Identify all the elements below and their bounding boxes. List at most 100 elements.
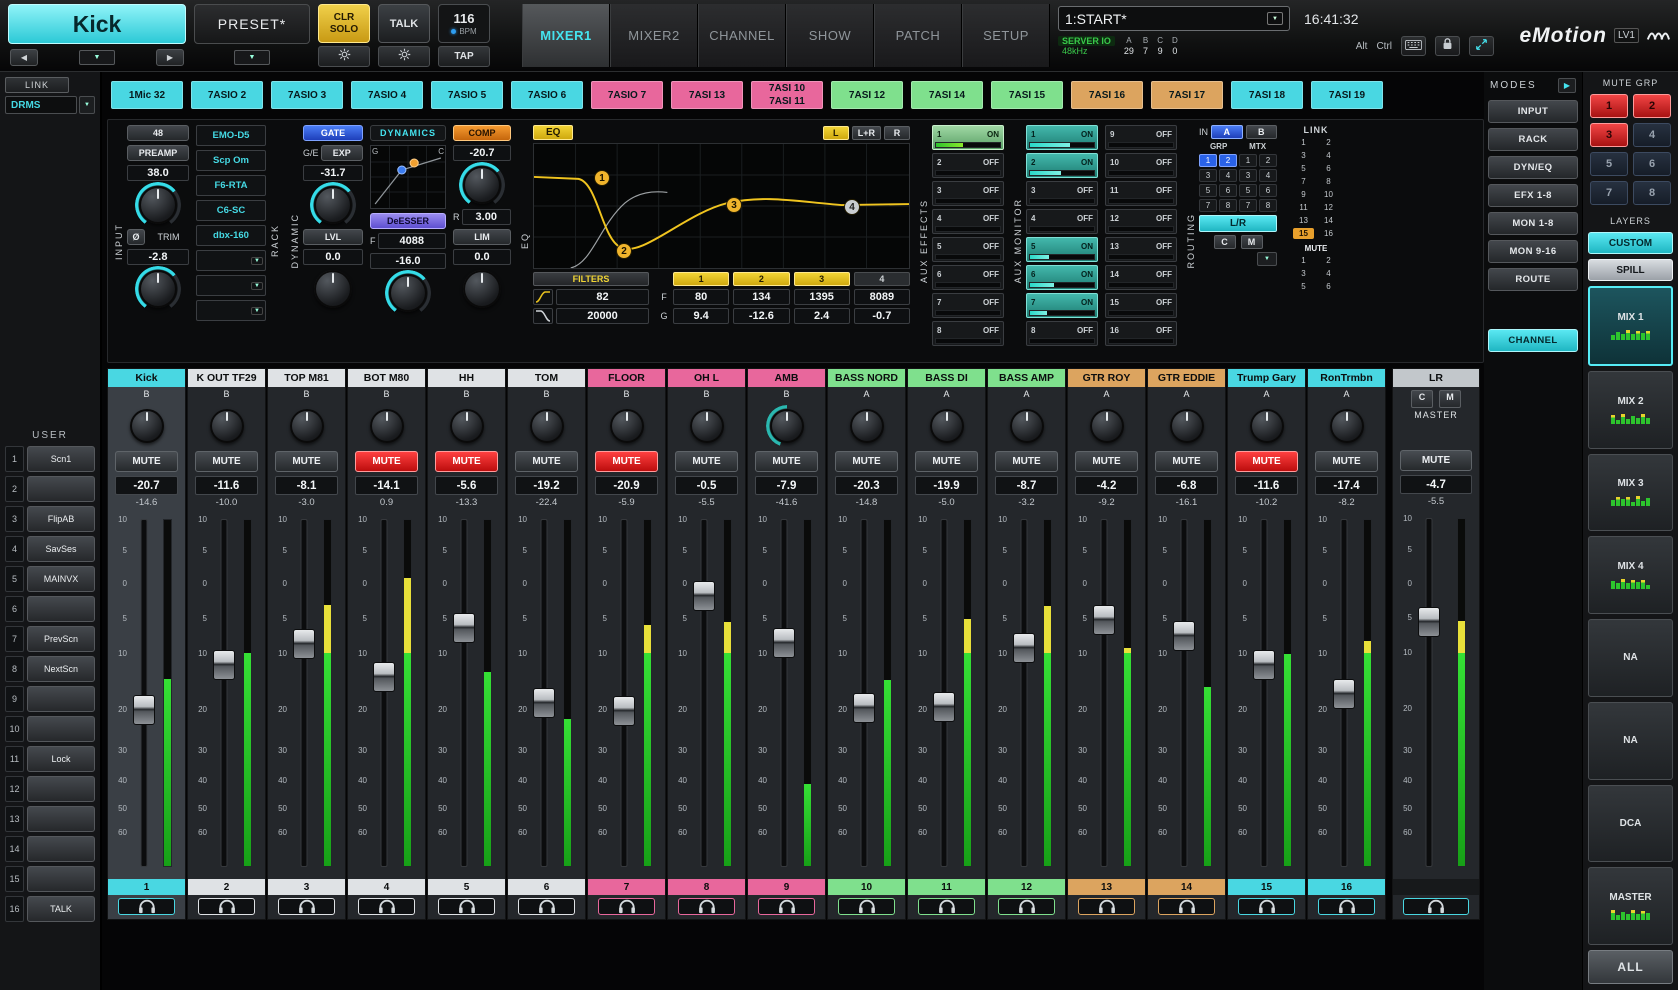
channel-name[interactable]: GTR ROY bbox=[1068, 369, 1145, 387]
link-group-dropdown-icon[interactable]: ▼ bbox=[79, 96, 95, 114]
master-cue-button[interactable] bbox=[1403, 898, 1469, 915]
hpf-slope-icon[interactable] bbox=[533, 289, 553, 305]
aux-send-6[interactable]: 6OFF bbox=[932, 265, 1004, 290]
cue-button[interactable] bbox=[838, 898, 895, 915]
routing-assign[interactable]: 2 bbox=[1259, 154, 1277, 167]
user-slot-button[interactable]: Lock bbox=[27, 746, 95, 772]
aux-send-4[interactable]: 4OFF bbox=[1026, 209, 1098, 234]
modes-expand-button[interactable]: ▶ bbox=[1558, 78, 1576, 93]
routing-assign[interactable]: 8 bbox=[1259, 199, 1277, 212]
pan-knob[interactable] bbox=[1090, 409, 1124, 443]
comp-threshold-knob[interactable] bbox=[463, 166, 501, 204]
mute-group-1[interactable]: 1 bbox=[1590, 94, 1628, 118]
patch-box[interactable]: 7ASIO 7 bbox=[591, 81, 663, 109]
user-slot-button[interactable] bbox=[27, 476, 95, 502]
eq-band-freq[interactable]: 80 bbox=[673, 289, 729, 305]
tab-mixer2[interactable]: MIXER2 bbox=[610, 4, 698, 67]
routing-assign[interactable]: 5 bbox=[1239, 184, 1257, 197]
channel-name[interactable]: AMB bbox=[748, 369, 825, 387]
patch-box[interactable]: 7ASIO 5 bbox=[431, 81, 503, 109]
link-group-number[interactable]: 15 bbox=[1293, 228, 1314, 239]
routing-mono-button[interactable]: M bbox=[1241, 235, 1263, 249]
aux-send-13[interactable]: 13OFF bbox=[1105, 237, 1177, 262]
patch-box[interactable]: 7ASI 13 bbox=[671, 81, 743, 109]
link-group-number[interactable]: 6 bbox=[1318, 163, 1339, 174]
fader-track[interactable] bbox=[693, 519, 715, 867]
talkback-settings-button[interactable] bbox=[378, 46, 430, 67]
channel-name[interactable]: OH L bbox=[668, 369, 745, 387]
lpf-freq-value[interactable]: 20000 bbox=[556, 308, 649, 324]
master-center-button[interactable]: C bbox=[1411, 390, 1433, 408]
channel-name[interactable]: GTR EDDIE bbox=[1148, 369, 1225, 387]
aux-send-1[interactable]: 1ON bbox=[1026, 125, 1098, 150]
input-a-button[interactable]: A bbox=[1211, 125, 1243, 139]
routing-assign[interactable]: 7 bbox=[1199, 199, 1217, 212]
eq-band-tab[interactable]: 1 bbox=[673, 272, 729, 286]
channel-name[interactable]: HH bbox=[428, 369, 505, 387]
deesser-button[interactable]: DeESSER bbox=[370, 213, 446, 229]
mute-group-5[interactable]: 5 bbox=[1590, 152, 1628, 176]
channel-name[interactable]: BOT M80 bbox=[348, 369, 425, 387]
fader-track[interactable] bbox=[373, 519, 395, 867]
routing-assign[interactable]: 3 bbox=[1239, 169, 1257, 182]
channel-name[interactable]: K OUT TF29 bbox=[188, 369, 265, 387]
link-mute-number[interactable]: 3 bbox=[1293, 268, 1314, 279]
exp-button[interactable]: EXP bbox=[321, 145, 363, 161]
fader-handle[interactable] bbox=[213, 650, 235, 680]
user-slot-button[interactable] bbox=[27, 776, 95, 802]
cue-button[interactable] bbox=[118, 898, 175, 915]
lpf-slope-icon[interactable] bbox=[533, 308, 553, 324]
eq-left-button[interactable]: L bbox=[823, 126, 849, 140]
aux-send-3[interactable]: 3OFF bbox=[1026, 181, 1098, 206]
cue-button[interactable] bbox=[758, 898, 815, 915]
link-group-number[interactable]: 12 bbox=[1318, 202, 1339, 213]
eq-band-gain[interactable]: 2.4 bbox=[794, 308, 850, 324]
user-slot-button[interactable]: Scn1 bbox=[27, 446, 95, 472]
routing-assign[interactable]: 6 bbox=[1259, 184, 1277, 197]
deesser-freq-value[interactable]: 4088 bbox=[378, 233, 447, 249]
gate-button[interactable]: GATE bbox=[303, 125, 363, 141]
channel-name[interactable]: TOP M81 bbox=[268, 369, 345, 387]
fader-track[interactable] bbox=[1253, 519, 1275, 867]
user-slot-button[interactable] bbox=[27, 806, 95, 832]
phase-button[interactable]: Ø bbox=[127, 229, 145, 245]
fader-handle[interactable] bbox=[1013, 633, 1035, 663]
layer-mix-1[interactable]: MIX 1 bbox=[1588, 286, 1673, 366]
link-group-number[interactable]: 13 bbox=[1293, 215, 1314, 226]
patch-box[interactable]: 7ASI 107ASI 11 bbox=[751, 81, 823, 109]
user-slot-button[interactable]: PrevScn bbox=[27, 626, 95, 652]
cue-button[interactable] bbox=[438, 898, 495, 915]
fader-track[interactable] bbox=[613, 519, 635, 867]
user-slot-button[interactable]: MAINVX bbox=[27, 566, 95, 592]
fader-handle[interactable] bbox=[773, 628, 795, 658]
input-b-button[interactable]: B bbox=[1246, 125, 1278, 139]
fader-handle[interactable] bbox=[1418, 607, 1440, 637]
comp-header[interactable]: COMP bbox=[453, 125, 511, 141]
cue-button[interactable] bbox=[678, 898, 735, 915]
link-mute-number[interactable]: 4 bbox=[1318, 268, 1339, 279]
fader-track[interactable] bbox=[1013, 519, 1035, 867]
patch-box[interactable]: 7ASIO 4 bbox=[351, 81, 423, 109]
rack-dropdown-icon[interactable]: ▼ bbox=[251, 282, 263, 290]
fader-handle[interactable] bbox=[1173, 621, 1195, 651]
fader-track[interactable] bbox=[853, 519, 875, 867]
lr-bus-button[interactable]: L/R bbox=[1199, 215, 1277, 232]
tab-setup[interactable]: SETUP bbox=[962, 4, 1050, 67]
trim-knob[interactable] bbox=[139, 270, 177, 308]
prev-channel-button[interactable]: ◀ bbox=[10, 49, 38, 66]
fader-track[interactable] bbox=[773, 519, 795, 867]
layer-mix-2[interactable]: MIX 2 bbox=[1588, 371, 1673, 449]
phantom-48v-button[interactable]: 48 bbox=[127, 125, 189, 141]
eq-band-handle[interactable]: 2 bbox=[616, 243, 632, 259]
fader-track[interactable] bbox=[453, 519, 475, 867]
link-mute-number[interactable]: 2 bbox=[1318, 255, 1339, 266]
rack-slot[interactable]: F6-RTA bbox=[196, 175, 266, 196]
cue-button[interactable] bbox=[998, 898, 1055, 915]
user-slot-button[interactable]: TALK bbox=[27, 896, 95, 922]
user-slot-button[interactable]: FlipAB bbox=[27, 506, 95, 532]
link-group-number[interactable]: 1 bbox=[1293, 137, 1314, 148]
mute-button[interactable]: MUTE bbox=[1235, 451, 1298, 472]
fader-track[interactable] bbox=[1418, 518, 1440, 867]
aux-send-7[interactable]: 7OFF bbox=[932, 293, 1004, 318]
pan-knob[interactable] bbox=[930, 409, 964, 443]
